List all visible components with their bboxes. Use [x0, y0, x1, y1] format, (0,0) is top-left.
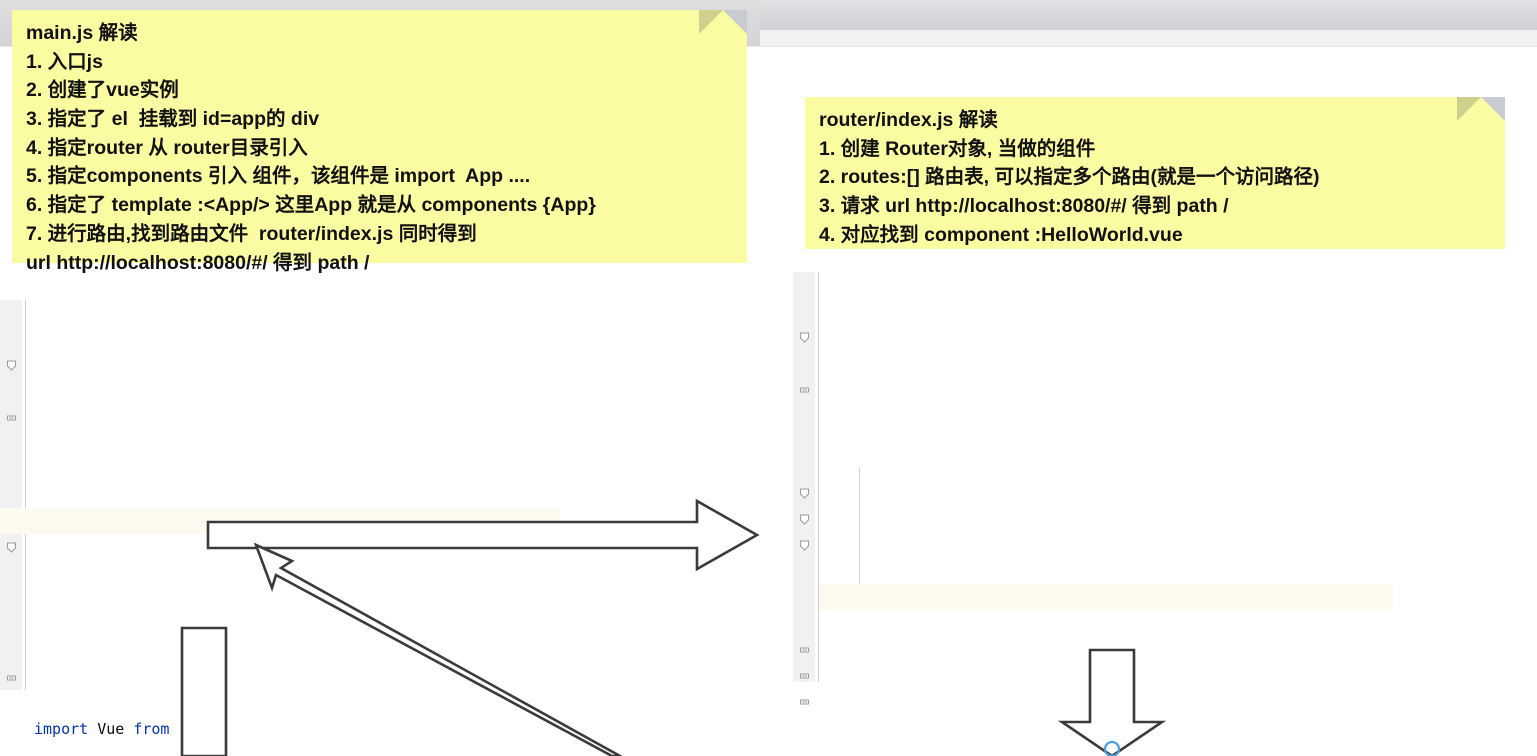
code-line[interactable]: import Vue from 'vue' [34, 716, 560, 742]
fold-marker-expanded-icon[interactable] [798, 435, 811, 499]
note-main-line-1: 1. 入口js [26, 50, 103, 73]
note-main-line-6: 6. 指定了 template :<App/> 这里App 就是从 compon… [26, 194, 596, 217]
screenshot-root: main.js 解读 1. 入口js 2. 创建了vue实例 3. 指定了 el… [0, 0, 1537, 756]
fold-marker-expanded-icon[interactable] [798, 461, 811, 525]
note-main-line-3: 3. 指定了 el 挂载到 id=app的 div [26, 108, 320, 131]
fold-marker-collapsed-icon[interactable] [5, 619, 18, 681]
fold-marker-expanded-icon[interactable] [798, 487, 811, 551]
note-main-line-2: 2. 创建了vue实例 [26, 79, 179, 102]
fold-marker-collapsed-icon[interactable] [798, 643, 811, 705]
fold-marker-expanded-icon[interactable] [5, 489, 18, 553]
note-main-line-0: main.js 解读 [26, 22, 138, 44]
editor-router-index-js[interactable]: import Vue from 'vue' import Router from… [793, 272, 1393, 705]
fold-marker-expanded-icon[interactable] [5, 307, 18, 371]
note-router-line-4: 4. 对应找到 component :HelloWorld.vue [819, 223, 1183, 246]
note-fold-corner-icon [1457, 97, 1505, 121]
note-router-line-3: 3. 请求 url http://localhost:8080/#/ 得到 pa… [819, 195, 1229, 218]
note-fold-corner-icon [699, 10, 747, 34]
current-line-highlight [819, 584, 1393, 610]
note-router-line-1: 1. 创建 Router对象, 当做的组件 [819, 137, 1096, 160]
note-router-index-js: router/index.js 解读 1. 创建 Router对象, 当做的组件… [805, 97, 1505, 249]
note-router-line-0: router/index.js 解读 [819, 109, 998, 131]
note-main-line-5: 5. 指定components 引入 组件，该组件是 import App ..… [26, 165, 531, 188]
note-main-line-4: 4. 指定router 从 router目录引入 [26, 136, 308, 159]
fold-marker-collapsed-icon[interactable] [798, 331, 811, 393]
note-router-line-2: 2. routes:[] 路由表, 可以指定多个路由(就是一个访问路径) [819, 166, 1320, 189]
fold-marker-collapsed-icon[interactable] [5, 359, 18, 421]
note-main-line-7: 7. 进行路由,找到路由文件 router/index.js 同时得到 [26, 222, 477, 245]
fold-marker-expanded-icon[interactable] [798, 279, 811, 343]
note-main-js: main.js 解读 1. 入口js 2. 创建了vue实例 3. 指定了 el… [12, 10, 747, 274]
editor-main-js[interactable]: import Vue from 'vue' import App from '.… [0, 300, 560, 738]
editor-gutter-divider [25, 300, 26, 690]
current-line-highlight [0, 508, 560, 534]
fold-marker-collapsed-icon[interactable] [798, 617, 811, 679]
note-main-line-8: url http://localhost:8080/#/ 得到 path / [26, 251, 370, 274]
editor-code-lines[interactable]: import Vue from 'vue' import App from '.… [34, 664, 560, 756]
fold-marker-collapsed-icon[interactable] [798, 591, 811, 653]
